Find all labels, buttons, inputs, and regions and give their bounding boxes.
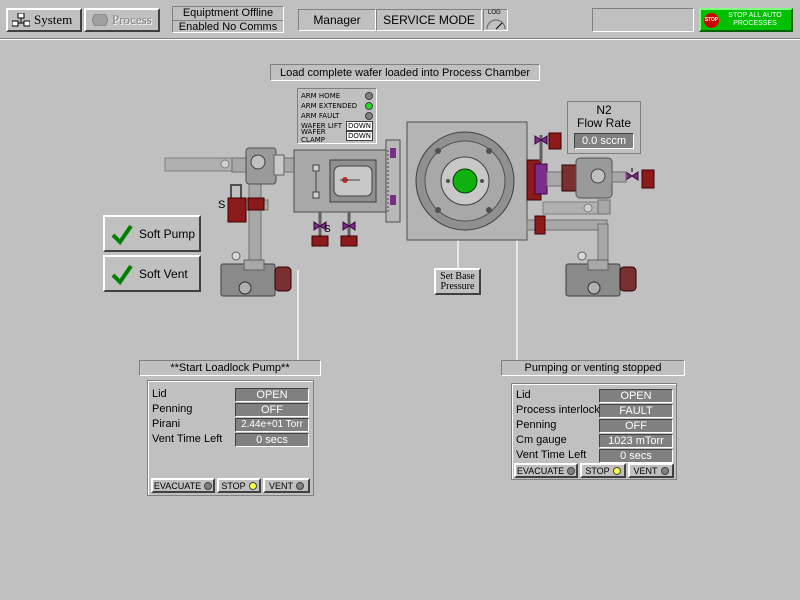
loadlock-vent-valve-1: S	[311, 212, 331, 247]
chamber-penning-label: Penning	[516, 419, 557, 431]
chamber-stop-button[interactable]: STOP	[580, 463, 626, 478]
chamber-vent-time-label: Vent Time Left	[516, 449, 587, 461]
loadlock-row-lid: Lid OPEN	[152, 388, 310, 402]
chamber-panel: Lid OPEN Process interlock FAULT Penning…	[511, 383, 677, 480]
chamber-lid-label: Lid	[516, 389, 531, 401]
chamber-penning-value: OFF	[599, 419, 673, 433]
soft-vent-label: Soft Vent	[139, 266, 188, 281]
loadlock-evacuate-label: EVACUATE	[153, 480, 202, 491]
loadlock-pirani-label: Pirani	[152, 418, 181, 430]
set-base-pressure-button[interactable]: Set Base Pressure	[434, 268, 481, 295]
loadlock-vent-time-value: 0 secs	[235, 433, 309, 447]
chamber-cm-gauge-label: Cm gauge	[516, 434, 567, 446]
chamber-stop-led	[612, 466, 621, 475]
checkmark-icon	[111, 264, 133, 285]
chamber-title-text: Pumping or venting stopped	[524, 362, 662, 374]
loadlock-vent-time-label: Vent Time Left	[152, 433, 223, 445]
loadlock-stop-label: STOP	[221, 480, 246, 491]
loadlock-evacuate-led	[204, 481, 213, 490]
loadlock-penning-label: Penning	[152, 403, 193, 415]
chamber-vent-time-value: 0 secs	[599, 449, 673, 463]
chamber-row-vent-time: Vent Time Left 0 secs	[516, 449, 674, 463]
chamber-row-interlock: Process interlock FAULT	[516, 404, 674, 418]
soft-pump-button[interactable]: Soft Pump	[103, 215, 201, 252]
chamber-interlock-value: FAULT	[599, 404, 673, 418]
soft-vent-button[interactable]: Soft Vent	[103, 255, 201, 292]
chamber-vent-label: VENT	[633, 465, 658, 476]
loadlock-vent-button[interactable]: VENT	[263, 478, 310, 493]
soft-pump-label: Soft Pump	[139, 226, 196, 241]
loadlock-flange-left	[227, 197, 247, 223]
chamber-interlock-label: Process interlock	[516, 404, 600, 416]
chamber-evacuate-button[interactable]: EVACUATE	[514, 463, 578, 478]
chamber-evacuate-label: EVACUATE	[516, 465, 565, 476]
loadlock-row-vent-time: Vent Time Left 0 secs	[152, 433, 310, 447]
left-s-label: S	[218, 199, 225, 211]
loadlock-vent-led	[296, 481, 304, 490]
loadlock-vent-valve-2	[340, 212, 358, 247]
loadlock-stop-led	[248, 481, 257, 490]
loadlock-evacuate-button[interactable]: EVACUATE	[151, 478, 215, 493]
process-schematic: S S	[164, 121, 655, 360]
loadlock-lid-value: OPEN	[235, 388, 309, 402]
loadlock-row-pirani: Pirani 2.44e+01 Torr	[152, 418, 310, 432]
loadlock-title-text: **Start Loadlock Pump**	[170, 362, 290, 374]
loadlock-lid-label: Lid	[152, 388, 167, 400]
loadlock-penning-value: OFF	[235, 403, 309, 417]
chamber-vent-led	[660, 466, 669, 475]
checkmark-icon	[111, 224, 133, 245]
loadlock-stop-button[interactable]: STOP	[217, 478, 261, 493]
wafer-indicator	[452, 168, 478, 194]
chamber-cm-gauge-value: 1023 mTorr	[599, 434, 673, 448]
chamber-lid-value: OPEN	[599, 389, 673, 403]
chamber-stop-label: STOP	[585, 465, 610, 476]
chamber-evacuate-led	[567, 466, 576, 475]
chamber-title: Pumping or venting stopped	[501, 360, 685, 376]
set-base-line2: Pressure	[440, 281, 475, 292]
loadlock-s-label: S	[324, 224, 331, 235]
loadlock-vent-label: VENT	[268, 480, 293, 491]
chamber-row-penning: Penning OFF	[516, 419, 674, 433]
loadlock-panel: Lid OPEN Penning OFF Pirani 2.44e+01 Tor…	[147, 380, 314, 496]
chamber-row-cm-gauge: Cm gauge 1023 mTorr	[516, 434, 674, 448]
chamber-vent-button[interactable]: VENT	[628, 463, 674, 478]
loadlock-pirani-value: 2.44e+01 Torr	[235, 418, 309, 432]
loadlock-row-penning: Penning OFF	[152, 403, 310, 417]
chamber-row-lid: Lid OPEN	[516, 389, 674, 403]
loadlock-title: **Start Loadlock Pump**	[139, 360, 321, 376]
